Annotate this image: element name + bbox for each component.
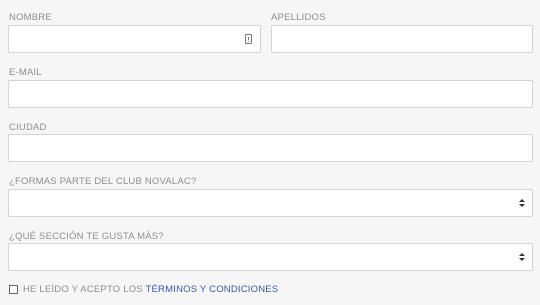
apellidos-label: APELLIDOS [271,12,326,23]
terms-text: HE LEÍDO Y ACEPTO LOS TÉRMINOS Y CONDICI… [23,284,278,295]
club-label: ¿FORMAS PARTE DEL CLUB NOVALAC? [9,176,197,187]
ciudad-input[interactable] [9,135,532,161]
nombre-input[interactable] [9,26,260,52]
email-input[interactable] [9,81,532,107]
ciudad-label: CIUDAD [9,122,47,133]
select-arrows-icon [519,199,525,207]
terms-checkbox[interactable] [9,285,18,294]
id-card-icon[interactable] [245,34,252,44]
club-select[interactable] [8,189,533,217]
seccion-label: ¿QUÉ SECCIÓN TE GUSTA MÁS? [9,231,164,242]
terms-prefix: HE LEÍDO Y ACEPTO LOS [23,284,146,295]
terms-link[interactable]: TÉRMINOS Y CONDICIONES [146,284,279,295]
nombre-label: NOMBRE [9,12,52,23]
email-label: E-MAIL [9,67,42,78]
seccion-select[interactable] [8,243,533,271]
apellidos-field[interactable] [271,25,533,53]
select-arrows-icon [519,253,525,261]
nombre-field[interactable] [8,25,261,53]
ciudad-field[interactable] [8,134,533,162]
email-field[interactable] [8,80,533,108]
apellidos-input[interactable] [272,26,532,52]
